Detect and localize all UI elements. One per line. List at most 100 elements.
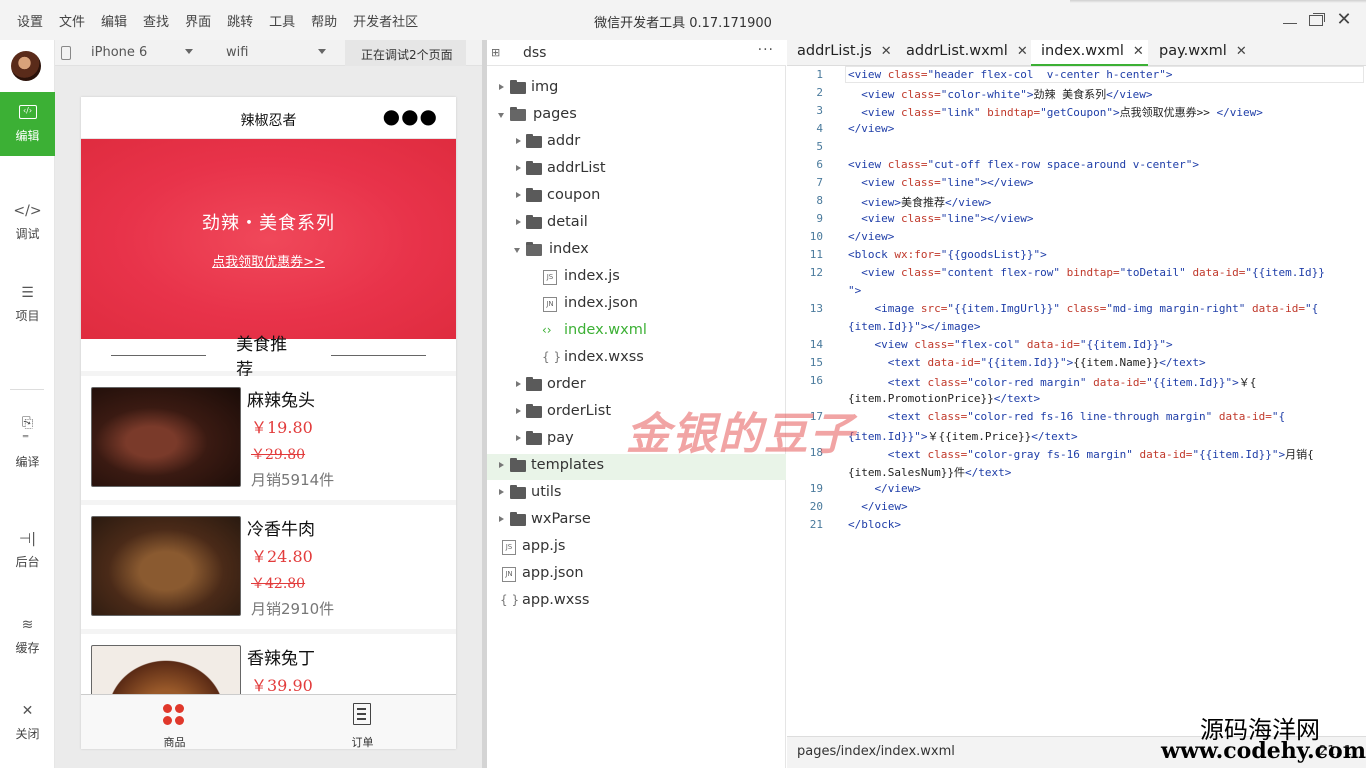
maximize-button[interactable] <box>1304 8 1328 32</box>
brace-file-icon: { } <box>542 350 562 364</box>
simulator-toolbar: iPhone 6 wifi 正在调试2个页面 ▼ <box>55 40 482 76</box>
menu-tools[interactable]: 工具 <box>269 11 295 30</box>
devtools-window: 设置 文件 编辑 查找 界面 跳转 工具 帮助 开发者社区 微信开发者工具 0.… <box>0 0 1366 768</box>
sidebar-close-button[interactable]: ✕ 关闭 <box>0 690 55 754</box>
tree-folder-img[interactable]: img <box>487 76 786 102</box>
code-editor[interactable]: 1 <view class="header flex-col v-center h… <box>787 66 1366 736</box>
close-icon[interactable]: ✕ <box>1017 44 1028 59</box>
code-editor-icon: ‹/› <box>18 104 37 119</box>
goods-item[interactable]: 冷香牛肉 ￥24.80 ￥42.80 月销2910件 <box>81 505 456 629</box>
menu-edit[interactable]: 编辑 <box>101 11 127 30</box>
phone-navbar: 辣椒忍者 ●●● <box>81 97 456 139</box>
goods-image <box>91 516 241 616</box>
tree-file-app-js[interactable]: JS app.js <box>487 535 786 561</box>
menu-lines-icon: ☰ <box>21 284 34 301</box>
tree-folder-order[interactable]: order <box>487 373 786 399</box>
folder-icon <box>526 134 542 148</box>
goods-price: ￥19.80 <box>251 418 313 437</box>
coupon-link[interactable]: 点我领取优惠券>> <box>81 251 456 270</box>
tab-addrlist-js[interactable]: addrList.js ✕ <box>797 40 892 66</box>
tree-folder-utils[interactable]: utils <box>487 481 786 507</box>
folder-icon <box>526 161 542 175</box>
menu-view[interactable]: 界面 <box>185 11 211 30</box>
debug-icon: </> <box>13 202 42 219</box>
folder-icon <box>526 188 542 202</box>
sidebar-debug-button[interactable]: </> 调试 <box>0 190 55 254</box>
menu-community[interactable]: 开发者社区 <box>353 11 418 30</box>
phone-tabbar: 商品 订单 <box>81 694 456 749</box>
tree-file-app-wxss[interactable]: { } app.wxss <box>487 589 786 615</box>
goods-item[interactable]: 麻辣兔头 ￥19.80 ￥29.80 月销5914件 <box>81 376 456 500</box>
tree-folder-pay[interactable]: pay <box>487 427 786 453</box>
sidebar-backend-button[interactable]: ⊣| 后台 <box>0 518 55 582</box>
sidebar-edit-button[interactable]: ‹/› 编辑 <box>0 92 55 156</box>
tree-folder-addrlist[interactable]: addrList <box>487 157 786 183</box>
folder-icon <box>510 485 526 499</box>
folder-icon <box>510 512 526 526</box>
goods-sales: 月销5914件 <box>251 471 335 489</box>
tree-folder-templates[interactable]: templates <box>487 454 786 480</box>
network-select[interactable]: wifi <box>226 45 248 60</box>
sidebar-divider <box>10 389 44 390</box>
phone-screen: 辣椒忍者 ●●● 劲辣・美食系列 点我领取优惠券>> 美食推荐 麻辣兔头 ￥19… <box>81 97 456 749</box>
menu-help[interactable]: 帮助 <box>311 11 337 30</box>
tree-file-index-js[interactable]: JS index.js <box>487 265 786 291</box>
tree-folder-wxparse[interactable]: wxParse <box>487 508 786 534</box>
tree-file-index-json[interactable]: JN index.json <box>487 292 786 318</box>
close-icon[interactable]: ✕ <box>1133 44 1144 59</box>
tree-file-index-wxml[interactable]: ‹› index.wxml <box>487 319 786 345</box>
more-icon[interactable]: ●●● <box>383 106 438 126</box>
tree-folder-addr[interactable]: addr <box>487 130 786 156</box>
js-file-icon: JS <box>502 540 516 555</box>
tab-goods[interactable]: 商品 <box>81 695 268 749</box>
menu-goto[interactable]: 跳转 <box>227 11 253 30</box>
hierarchy-icon[interactable]: ⊞ <box>491 46 500 59</box>
tree-folder-pages[interactable]: pages <box>487 103 786 129</box>
debug-pages-dropdown[interactable]: 正在调试2个页面 ▼ <box>345 40 466 76</box>
sidebar-compile-button[interactable]: ⎘ ⁼ 编译 <box>0 410 55 474</box>
tab-orders[interactable]: 订单 <box>269 695 456 749</box>
goods-original-price: ￥29.80 <box>251 447 306 463</box>
divider-line <box>111 354 207 356</box>
goods-name: 冷香牛肉 <box>247 520 315 540</box>
phone-icon[interactable] <box>61 46 71 60</box>
tab-addrlist-wxml[interactable]: addrList.wxml ✕ <box>906 40 1028 66</box>
goods-sales: 月销2910件 <box>251 600 335 618</box>
close-icon: ✕ <box>21 702 34 719</box>
more-icon[interactable]: ··· <box>758 42 774 58</box>
sidebar-cache-button[interactable]: ≋ 缓存 <box>0 604 55 668</box>
sidebar-debug-label: 调试 <box>15 226 40 241</box>
order-list-icon <box>353 703 371 725</box>
sidebar-project-button[interactable]: ☰ 项目 <box>0 272 55 336</box>
device-select[interactable]: iPhone 6 <box>91 45 147 60</box>
avatar[interactable] <box>11 51 41 81</box>
sidebar-close-label: 关闭 <box>15 726 40 741</box>
tree-folder-coupon[interactable]: coupon <box>487 184 786 210</box>
goods-tab-icon <box>163 704 185 726</box>
hero-banner: 劲辣・美食系列 点我领取优惠券>> <box>81 139 456 339</box>
tree-file-app-json[interactable]: JN app.json <box>487 562 786 588</box>
minimize-button[interactable] <box>1278 8 1302 32</box>
goods-name: 香辣兔丁 <box>247 649 315 669</box>
maximize-icon <box>1309 14 1323 26</box>
tab-index-wxml[interactable]: index.wxml ✕ <box>1031 40 1148 66</box>
tree-folder-index[interactable]: index <box>487 238 786 264</box>
menu-file[interactable]: 文件 <box>59 11 85 30</box>
close-icon[interactable]: ✕ <box>881 44 892 59</box>
menu-settings[interactable]: 设置 <box>17 11 43 30</box>
tree-file-index-wxss[interactable]: { } index.wxss <box>487 346 786 372</box>
editor-tabs: addrList.js ✕ addrList.wxml ✕ index.wxml ✕ … <box>787 40 1366 66</box>
menubar: 设置 文件 编辑 查找 界面 跳转 工具 帮助 开发者社区 微信开发者工具 0.… <box>0 0 1366 40</box>
folder-icon <box>526 431 542 445</box>
tree-folder-detail[interactable]: detail <box>487 211 786 237</box>
tree-folder-orderlist[interactable]: orderList <box>487 400 786 426</box>
close-window-button[interactable]: ✕ <box>1332 8 1356 32</box>
chevron-down-icon <box>318 49 326 54</box>
hero-title: 劲辣・美食系列 <box>202 213 335 234</box>
goods-name: 麻辣兔头 <box>247 391 315 411</box>
tab-pay-wxml[interactable]: pay.wxml ✕ <box>1159 40 1247 66</box>
menu-find[interactable]: 查找 <box>143 11 169 30</box>
close-icon[interactable]: ✕ <box>1236 44 1247 59</box>
folder-icon <box>526 377 542 391</box>
sidebar-cache-label: 缓存 <box>15 640 40 655</box>
